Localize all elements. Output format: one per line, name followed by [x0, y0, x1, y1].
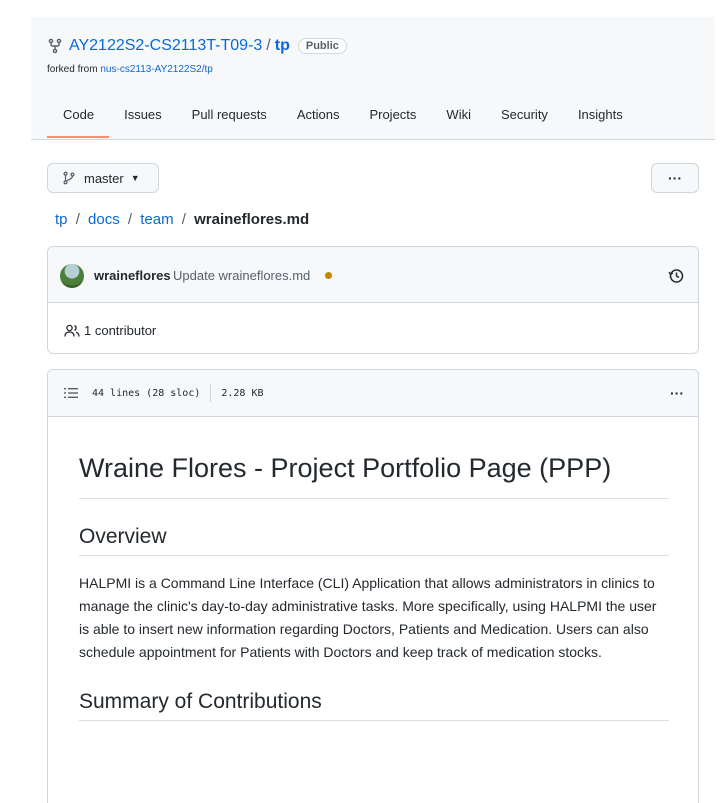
summary-heading: Summary of Contributions [79, 690, 669, 721]
repo-header: AY2122S2-CS2113T-T09-3 / tp Public forke… [31, 17, 715, 140]
kebab-icon[interactable]: ··· [670, 385, 684, 401]
breadcrumb-separator: / [181, 211, 186, 228]
forked-source-link[interactable]: nus-cs2113-AY2122S2/tp [100, 64, 212, 75]
commit-message-link[interactable]: Update wraineflores.md [173, 268, 310, 283]
latest-commit-box: wraineflores Update wraineflores.md 1 co… [47, 246, 699, 354]
contributors-count: 1 contributor [84, 323, 157, 338]
forked-from-label: forked from [47, 64, 98, 75]
tab-insights[interactable]: Insights [563, 107, 638, 138]
overview-paragraph: HALPMI is a Command Line Interface (CLI)… [79, 575, 657, 660]
list-icon[interactable] [64, 387, 78, 399]
commit-author-link[interactable]: wraineflores [94, 268, 171, 283]
file-size: 2.28 KB [221, 387, 264, 399]
breadcrumb-separator: / [127, 211, 133, 228]
tab-security[interactable]: Security [486, 107, 563, 138]
avatar[interactable] [60, 264, 84, 288]
file-header: 44 lines (28 sloc) 2.28 KB ··· [48, 370, 698, 417]
repo-name-link[interactable]: tp [275, 37, 290, 55]
contributors-row[interactable]: 1 contributor [64, 323, 156, 338]
repo-tabs: Code Issues Pull requests Actions Projec… [47, 107, 638, 138]
file-info-divider [210, 384, 212, 402]
tab-projects[interactable]: Projects [354, 107, 431, 138]
markdown-title: Wraine Flores - Project Portfolio Page (… [79, 448, 669, 499]
breadcrumb-root-link[interactable]: tp [55, 211, 68, 228]
tab-actions[interactable]: Actions [282, 107, 355, 138]
people-icon [64, 324, 80, 337]
file-viewer: 44 lines (28 sloc) 2.28 KB ··· Wraine Fl… [47, 369, 699, 803]
repo-owner-link[interactable]: AY2122S2-CS2113T-T09-3 [69, 37, 262, 55]
latest-commit-row: wraineflores Update wraineflores.md [48, 247, 698, 303]
tab-pull-requests[interactable]: Pull requests [177, 107, 282, 138]
file-line-count: 44 lines (28 sloc) [92, 387, 201, 399]
visibility-badge: Public [297, 38, 347, 54]
fork-icon [48, 38, 62, 54]
commit-status-dot[interactable] [325, 272, 332, 279]
overview-heading: Overview [79, 525, 669, 556]
repo-title-separator: / [266, 37, 271, 54]
tab-wiki[interactable]: Wiki [431, 107, 486, 138]
branch-icon [63, 171, 75, 185]
history-icon[interactable] [668, 268, 684, 284]
breadcrumb-current-file: wraineflores.md [194, 211, 310, 228]
markdown-body: Wraine Flores - Project Portfolio Page (… [79, 448, 669, 721]
branch-select-button[interactable]: master ▼ [47, 163, 159, 193]
repo-title: AY2122S2-CS2113T-T09-3 / tp Public [47, 37, 347, 55]
breadcrumb-docs-link[interactable]: docs [88, 211, 120, 228]
more-options-button[interactable]: ··· [651, 163, 699, 193]
tab-code[interactable]: Code [47, 107, 110, 138]
breadcrumb-team-link[interactable]: team [140, 211, 173, 228]
tab-issues[interactable]: Issues [109, 107, 177, 138]
breadcrumb: tp / docs / team / wraineflores.md [55, 211, 309, 228]
breadcrumb-separator: / [75, 211, 80, 228]
forked-from: forked from nus-cs2113-AY2122S2/tp [47, 64, 213, 75]
branch-name: master [84, 170, 124, 186]
caret-down-icon: ▼ [130, 173, 140, 183]
